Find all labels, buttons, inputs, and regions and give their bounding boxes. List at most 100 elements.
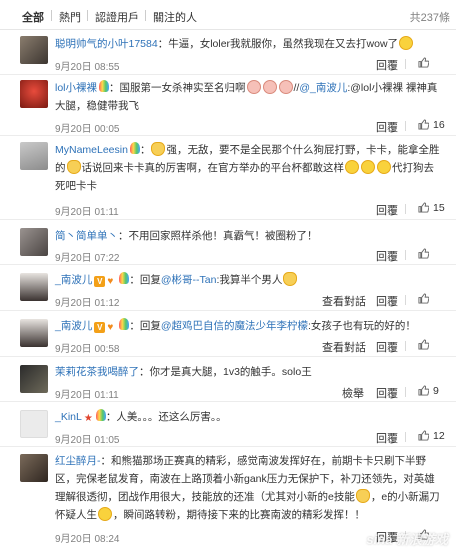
- comment-text: _南波儿 V ♥ ：回复@超鸡巴自信的魔法少年李柠檬:女孩子也有玩的好的！: [55, 317, 442, 335]
- verified-badge-icon: V: [94, 276, 106, 287]
- laughing-emoji-icon: [345, 160, 359, 174]
- avatar[interactable]: [20, 80, 48, 108]
- tab-divider: [87, 10, 88, 21]
- comment-date: 9月20日 01:11: [55, 390, 119, 401]
- tab-all[interactable]: 全部: [22, 9, 44, 25]
- member-badge-icon: [119, 272, 130, 284]
- cat-emoji-icon: [283, 272, 298, 286]
- comment-text: 红尘醉月-：和熊猫那场正赛真的精彩，感觉南波发挥好在，前期卡卡只刷下半野区，完保…: [55, 452, 442, 524]
- username-link[interactable]: 简丶简单单丶: [55, 230, 118, 242]
- avatar[interactable]: [20, 36, 48, 64]
- comment-content: ：国服第一女杀神实至名归啊: [109, 82, 246, 94]
- view-conversation-button[interactable]: 查看對話: [322, 293, 366, 309]
- comment-item: 聪明帅气的小叶17584：牛逼，女loler我就服你，虽然我现在又去打wow了 …: [0, 31, 456, 75]
- avatar[interactable]: [20, 410, 48, 438]
- thumbs-up-icon: [418, 57, 429, 68]
- like-count: 15: [433, 202, 445, 214]
- comment-item: 茉莉花茶我喝醉了：你才是真大腿，1v3的触手。solo王 9月20日 01:11…: [0, 358, 456, 402]
- comment-content: ：不用回家照样杀他！真霸气！被圈粉了！: [118, 230, 318, 242]
- member-badge-icon: [119, 318, 130, 330]
- mention-link[interactable]: @彬哥--Tan: [161, 274, 217, 286]
- comment-date: 9月20日 08:55: [55, 62, 120, 73]
- comment-content: 话说回来卡卡真的厉害啊，在官方举办的平台杯都敢这样: [81, 162, 345, 174]
- reply-button[interactable]: 回覆: [376, 385, 398, 401]
- avatar[interactable]: [20, 273, 48, 301]
- username-link[interactable]: _南波儿: [55, 274, 92, 286]
- reply-button[interactable]: 回覆: [376, 119, 398, 135]
- reply-button[interactable]: 回覆: [376, 339, 398, 355]
- divider: [405, 250, 406, 260]
- comment-date: 9月20日 01:11: [55, 207, 119, 218]
- comment-date: 9月20日 00:05: [55, 124, 120, 135]
- comment-text: MyNameLeesin：强，无敌，要不是全民那个什么狗屁打野，卡卡，能拿全胜的…: [55, 142, 440, 192]
- report-button[interactable]: 檢舉: [342, 385, 364, 401]
- comment-item: _南波儿 V ♥ ：回复@超鸡巴自信的魔法少年李柠檬:女孩子也有玩的好的！ 9月20日…: [0, 312, 456, 357]
- thumbs-up-icon: [418, 385, 429, 396]
- tab-following[interactable]: 關注的人: [153, 9, 197, 25]
- divider: [405, 432, 406, 442]
- like-button[interactable]: [418, 119, 429, 132]
- member-badge-icon: [95, 409, 106, 421]
- comment-content: :女孩子也有玩的好的！: [308, 320, 416, 332]
- divider: [405, 341, 406, 351]
- username-link[interactable]: 茉莉花茶我喝醉了: [55, 366, 139, 378]
- comment-text: 简丶简单单丶：不用回家照样杀他！真霸气！被圈粉了！: [55, 227, 442, 245]
- like-button[interactable]: [418, 202, 429, 215]
- reply-button[interactable]: 回覆: [376, 202, 398, 218]
- like-button[interactable]: [418, 385, 429, 398]
- avatar[interactable]: [20, 454, 48, 482]
- like-button[interactable]: [418, 248, 429, 261]
- comment-content: ，瞬间路转粉，期待接下来的比赛南波的精彩发挥！！: [113, 509, 365, 521]
- reply-button[interactable]: 回覆: [376, 248, 398, 264]
- like-count: 12: [433, 430, 445, 442]
- comment-text: 茉莉花茶我喝醉了：你才是真大腿，1v3的触手。solo王: [55, 363, 442, 381]
- username-link[interactable]: _KinL: [55, 411, 82, 423]
- tab-hot[interactable]: 熱門: [59, 9, 81, 25]
- avatar[interactable]: [20, 142, 48, 170]
- sina-games-watermark: sina 新浪游戏: [366, 532, 448, 547]
- laughing-emoji-icon: [377, 160, 391, 174]
- pig-emoji-icon: [278, 80, 293, 94]
- view-conversation-button[interactable]: 查看對話: [322, 339, 366, 355]
- mention-link[interactable]: @超鸡巴自信的魔法少年李柠檬: [161, 320, 308, 332]
- username-link[interactable]: 聪明帅气的小叶17584: [55, 38, 158, 50]
- tab-divider: [145, 10, 146, 21]
- reply-button[interactable]: 回覆: [376, 293, 398, 309]
- username-link[interactable]: 红尘醉月-: [55, 455, 101, 467]
- comment-item: 简丶简单单丶：不用回家照样杀他！真霸气！被圈粉了！ 9月20日 07:22 回覆: [0, 221, 456, 265]
- divider: [405, 59, 406, 69]
- comment-text: lol小裸裸 ：国服第一女杀神实至名归啊//@_南波儿:@lol小裸裸 裸神真大腿…: [55, 80, 438, 112]
- laughing-emoji-icon: [361, 160, 375, 174]
- reply-button[interactable]: 回覆: [376, 57, 398, 73]
- member-badge-icon: [129, 142, 140, 154]
- comment-item: _南波儿 V ♥ ：回复@彬哥--Tan:我算半个男人 9月20日 01:12 查看對…: [0, 266, 456, 311]
- like-button[interactable]: [418, 339, 429, 352]
- avatar[interactable]: [20, 228, 48, 256]
- thinking-emoji-icon: [98, 507, 112, 521]
- like-button[interactable]: [418, 293, 429, 306]
- comment-date: 9月20日 08:24: [55, 534, 120, 545]
- comment-content: :我算半个男人: [216, 274, 283, 286]
- comment-date: 9月20日 01:05: [55, 435, 120, 446]
- avatar[interactable]: [20, 319, 48, 347]
- divider: [405, 387, 406, 397]
- username-link[interactable]: lol小裸裸: [55, 82, 97, 94]
- reply-button[interactable]: 回覆: [376, 430, 398, 446]
- like-button[interactable]: [418, 430, 429, 443]
- pig-emoji-icon: [262, 80, 277, 94]
- comment-text: 聪明帅气的小叶17584：牛逼，女loler我就服你，虽然我现在又去打wow了: [55, 35, 442, 53]
- comment-content: ：回复: [129, 274, 161, 286]
- tab-verified-users[interactable]: 認證用戶: [95, 9, 139, 25]
- like-button[interactable]: [418, 57, 429, 70]
- thumbs-up-icon: [418, 430, 429, 441]
- username-link[interactable]: MyNameLeesin: [55, 144, 128, 156]
- username-link[interactable]: _南波儿: [55, 320, 92, 332]
- comment-date: 9月20日 01:12: [55, 298, 120, 309]
- thumbs-up-icon: [418, 293, 429, 304]
- heart-badge-icon: ♥: [107, 276, 114, 287]
- mention-link[interactable]: @_南波儿: [299, 82, 347, 94]
- comment-content: ：人美。。。还这么厉害。。: [105, 411, 227, 423]
- tab-divider: [51, 10, 52, 21]
- thumbs-up-icon: [418, 339, 429, 350]
- avatar[interactable]: [20, 365, 48, 393]
